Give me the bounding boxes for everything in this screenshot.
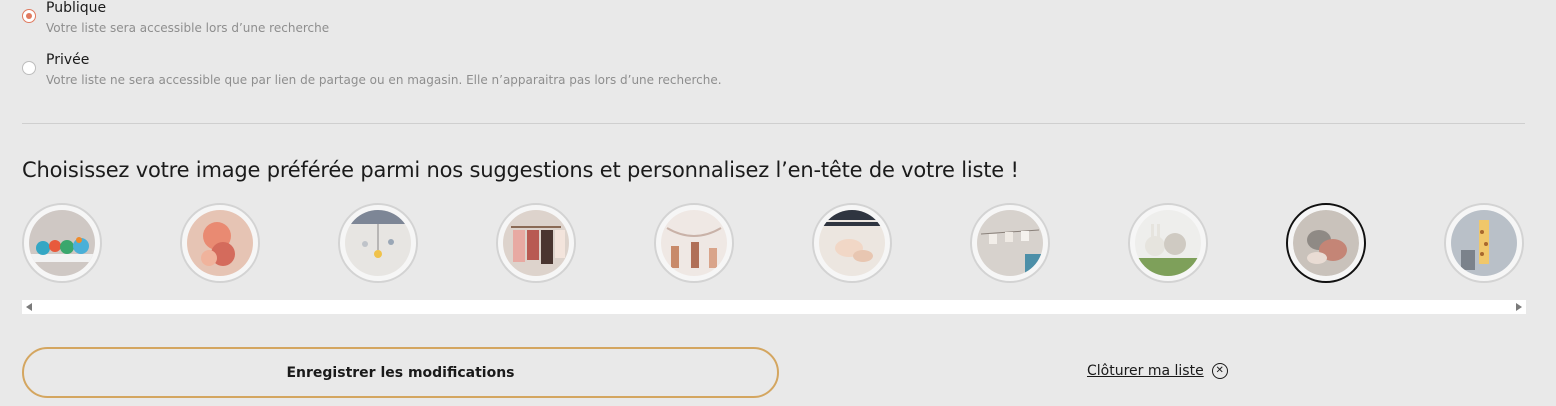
radio-public-description: Votre liste sera accessible lors d’une r… bbox=[46, 21, 330, 35]
save-button[interactable]: Enregistrer les modifications bbox=[22, 347, 779, 398]
radio-private-description: Votre liste ne sera accessible que par l… bbox=[46, 73, 722, 87]
scroll-left-arrow-icon[interactable] bbox=[26, 303, 32, 311]
scroll-right-arrow-icon[interactable] bbox=[1516, 303, 1522, 311]
image-carousel bbox=[22, 203, 1526, 285]
pink-plush-toy-image bbox=[187, 210, 253, 276]
baby-feet-blanket-image bbox=[819, 210, 885, 276]
nursery-garland-image bbox=[661, 210, 727, 276]
baby-clothes-rack-image bbox=[503, 210, 569, 276]
radio-public[interactable] bbox=[22, 9, 36, 23]
visibility-option-public[interactable]: Publique Votre liste sera accessible lor… bbox=[22, 0, 329, 35]
image-option[interactable] bbox=[812, 203, 892, 283]
image-option[interactable] bbox=[180, 203, 260, 283]
image-option[interactable] bbox=[22, 203, 102, 283]
close-list-link[interactable]: Clôturer ma liste ✕ bbox=[1087, 363, 1228, 379]
bunny-plush-toys-image bbox=[1135, 210, 1201, 276]
giraffe-toy-image bbox=[1451, 210, 1517, 276]
wall-hanging-clothes-image bbox=[977, 210, 1043, 276]
radio-private-label: Privée bbox=[46, 52, 90, 68]
close-circle-icon: ✕ bbox=[1211, 363, 1228, 379]
close-list-label: Clôturer ma liste bbox=[1087, 363, 1204, 379]
image-option[interactable] bbox=[1444, 203, 1524, 283]
section-divider bbox=[22, 123, 1525, 124]
radio-public-label: Publique bbox=[46, 0, 107, 16]
image-option[interactable] bbox=[338, 203, 418, 283]
toy-animals-shelf-image bbox=[29, 210, 95, 276]
image-option[interactable] bbox=[654, 203, 734, 283]
image-option[interactable] bbox=[1128, 203, 1208, 283]
image-option[interactable] bbox=[496, 203, 576, 283]
baby-shoes-image bbox=[1293, 210, 1359, 276]
visibility-option-private[interactable]: Privée Votre liste ne sera accessible qu… bbox=[22, 52, 722, 87]
radio-private[interactable] bbox=[22, 61, 36, 75]
carousel-scrollbar[interactable] bbox=[22, 300, 1526, 314]
header-image-heading: Choisissez votre image préférée parmi no… bbox=[22, 158, 1019, 182]
image-option-selected[interactable] bbox=[1286, 203, 1366, 283]
image-option[interactable] bbox=[970, 203, 1050, 283]
crib-mobile-image bbox=[345, 210, 411, 276]
